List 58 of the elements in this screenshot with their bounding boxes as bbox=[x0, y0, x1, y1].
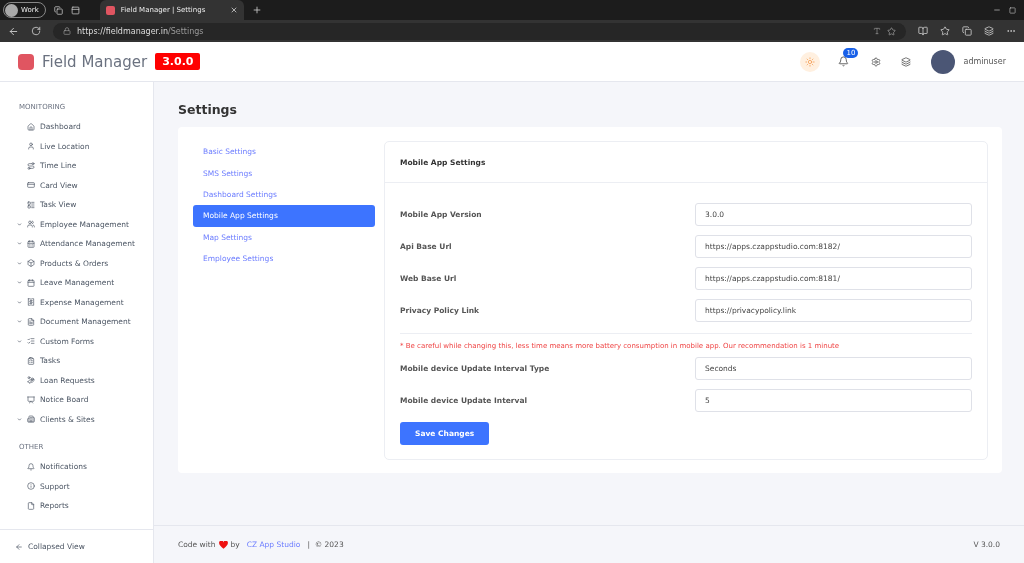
caret-icon bbox=[17, 338, 22, 344]
settings-button[interactable] bbox=[871, 56, 882, 67]
menu-icon bbox=[27, 181, 35, 190]
menu-icon bbox=[27, 317, 35, 326]
page-title: Settings bbox=[178, 102, 238, 117]
collapse-arrow-icon bbox=[15, 542, 23, 551]
menu-icon bbox=[27, 462, 35, 471]
brand-name: Field Manager bbox=[42, 52, 148, 71]
layers-icon bbox=[901, 56, 912, 67]
caret-icon bbox=[17, 241, 22, 247]
username: adminuser bbox=[963, 57, 1006, 66]
menu-icon bbox=[27, 415, 35, 424]
menu-icon bbox=[27, 200, 35, 209]
menu-icon bbox=[27, 278, 35, 287]
favorites-icon[interactable] bbox=[940, 26, 950, 36]
caret-icon bbox=[17, 319, 22, 325]
workspaces-icon[interactable] bbox=[53, 5, 63, 15]
collections-icon[interactable] bbox=[962, 26, 972, 36]
menu-icon bbox=[27, 259, 35, 268]
address-bar[interactable]: https://fieldmanager.in/Settings bbox=[53, 22, 906, 40]
menu-icon bbox=[27, 356, 35, 365]
version-badge: 3.0.0 bbox=[155, 53, 201, 70]
menu-icon bbox=[27, 142, 35, 151]
caret-icon bbox=[17, 299, 22, 305]
avatar-icon bbox=[5, 3, 18, 17]
caret-icon bbox=[17, 221, 22, 227]
favicon-icon bbox=[105, 5, 115, 15]
caret-icon bbox=[17, 280, 22, 286]
bell-icon bbox=[838, 56, 850, 67]
theme-toggle[interactable] bbox=[800, 51, 821, 72]
reading-view-icon[interactable] bbox=[918, 26, 928, 36]
notifications-button[interactable] bbox=[838, 56, 850, 67]
lock-icon bbox=[63, 27, 71, 35]
maximize-icon[interactable] bbox=[1009, 6, 1016, 14]
menu-icon bbox=[27, 395, 35, 404]
reload-icon[interactable] bbox=[31, 26, 41, 36]
tab-actions-icon[interactable] bbox=[70, 5, 80, 15]
logo-icon bbox=[18, 53, 34, 70]
menu-icon bbox=[27, 161, 35, 170]
heart-icon bbox=[218, 540, 228, 549]
menu-icon bbox=[27, 337, 35, 346]
favorite-icon[interactable] bbox=[887, 26, 896, 36]
sun-icon bbox=[805, 56, 816, 67]
caret-icon bbox=[17, 260, 22, 266]
new-tab-icon[interactable] bbox=[251, 5, 262, 15]
caret-icon bbox=[17, 416, 22, 422]
user-avatar[interactable] bbox=[931, 49, 956, 74]
layers-button[interactable] bbox=[901, 56, 912, 67]
settings-icon bbox=[871, 56, 882, 67]
menu-icon bbox=[27, 122, 35, 131]
menu-icon bbox=[27, 376, 35, 385]
menu-icon bbox=[27, 220, 35, 229]
menu-icon bbox=[27, 482, 35, 491]
close-icon[interactable] bbox=[229, 6, 238, 14]
menu-icon bbox=[27, 298, 35, 307]
menu-icon bbox=[27, 239, 35, 248]
menu-icon bbox=[27, 501, 35, 510]
back-icon[interactable] bbox=[8, 25, 19, 37]
